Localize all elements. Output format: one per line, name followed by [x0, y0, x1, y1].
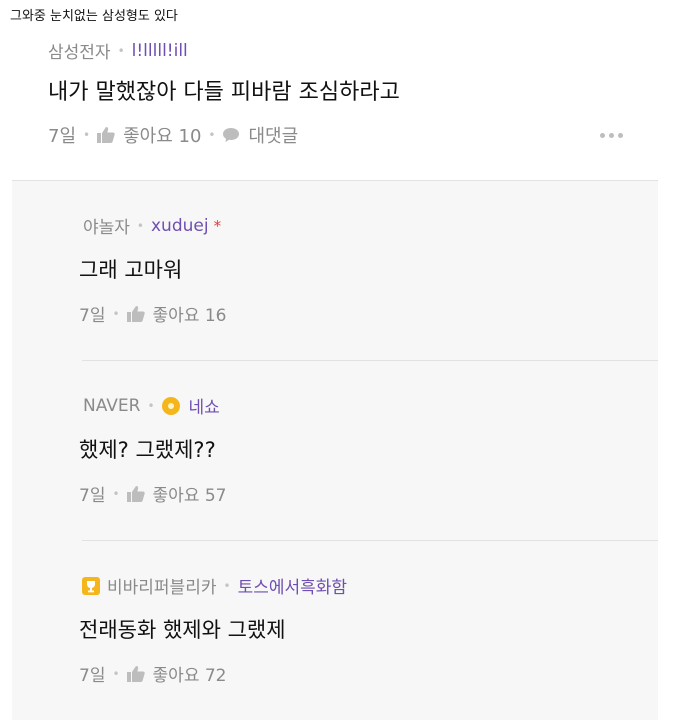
- reply-time: 7일: [79, 486, 106, 506]
- separator-dot: •: [112, 306, 120, 321]
- thumbs-up-icon: [97, 127, 115, 143]
- separator-dot: •: [136, 218, 144, 233]
- reply-meta: 야놀자 • xuduej *: [83, 213, 222, 239]
- company-label[interactable]: 야놀자: [83, 213, 130, 238]
- reply-text: 전래동화 했제와 그랬제: [79, 618, 286, 642]
- separator-dot: •: [83, 128, 91, 142]
- comment-footer: 7일 • 좋아요 10 • 대댓글: [48, 122, 298, 148]
- reply-text: 했제? 그랬제??: [79, 438, 216, 462]
- company-label[interactable]: 삼성전자: [48, 38, 111, 63]
- reply-text: 그래 고마워: [79, 258, 183, 282]
- reply-meta: 비바리퍼블리카 • 토스에서흑화함: [81, 573, 347, 598]
- comment-time: 7일: [48, 126, 77, 147]
- flower-icon: [161, 396, 180, 415]
- reply-time: 7일: [79, 666, 106, 686]
- like-count: 좋아요 57: [152, 486, 227, 506]
- reply-time: 7일: [79, 306, 106, 326]
- more-options-icon[interactable]: [600, 133, 623, 138]
- thumbs-up-icon: [126, 305, 145, 322]
- separator-dot: •: [147, 398, 155, 413]
- company-label[interactable]: NAVER: [83, 396, 140, 416]
- nickname[interactable]: xuduej: [151, 216, 209, 236]
- like-button[interactable]: 좋아요 10: [97, 122, 201, 148]
- author-star-icon: *: [213, 216, 222, 235]
- separator-dot: •: [208, 128, 216, 142]
- reply-item: 야놀자 • xuduej * 그래 고마워 7일 • 좋아요 16: [12, 181, 658, 361]
- reply-item: 비바리퍼블리카 • 토스에서흑화함 전래동화 했제와 그랬제 7일 • 좋아요 …: [12, 541, 658, 721]
- post-caption: 그와중 눈치없는 삼성형도 있다: [10, 9, 178, 24]
- nickname[interactable]: 네쇼: [189, 393, 220, 418]
- reply-meta: NAVER • 네쇼: [83, 393, 220, 419]
- like-button[interactable]: 좋아요 57: [126, 481, 227, 506]
- comment-meta: 삼성전자 • l!lllll!ill: [48, 38, 188, 64]
- separator-dot: •: [117, 43, 125, 58]
- trophy-icon: [82, 576, 100, 595]
- separator-dot: •: [112, 486, 120, 501]
- reply-button[interactable]: 대댓글: [222, 122, 298, 148]
- like-count: 좋아요 16: [152, 306, 227, 326]
- like-count: 좋아요 72: [152, 666, 227, 686]
- reply-footer: 7일 • 좋아요 16: [79, 301, 227, 326]
- nickname[interactable]: l!lllll!ill: [132, 41, 188, 61]
- speech-bubble-icon: [223, 128, 240, 142]
- comment: 삼성전자 • l!lllll!ill 내가 말했잖아 다들 피바람 조심하라고 …: [12, 30, 658, 180]
- reply-list: 야놀자 • xuduej * 그래 고마워 7일 • 좋아요 16 NAVER …: [12, 180, 658, 720]
- reply-footer: 7일 • 좋아요 57: [79, 481, 227, 506]
- reply-label: 대댓글: [248, 126, 299, 147]
- nickname[interactable]: 토스에서흑화함: [238, 573, 347, 598]
- company-label[interactable]: 비바리퍼블리카: [107, 573, 216, 598]
- thumbs-up-icon: [126, 665, 145, 682]
- separator-dot: •: [112, 666, 120, 681]
- thumbs-up-icon: [126, 485, 145, 502]
- like-button[interactable]: 좋아요 16: [126, 301, 227, 326]
- separator-dot: •: [223, 578, 231, 593]
- reply-footer: 7일 • 좋아요 72: [79, 661, 227, 686]
- comment-text: 내가 말했잖아 다들 피바람 조심하라고: [48, 80, 400, 105]
- reply-item: NAVER • 네쇼 했제? 그랬제?? 7일 • 좋아요 57: [12, 361, 658, 541]
- like-count: 좋아요 10: [123, 126, 202, 147]
- like-button[interactable]: 좋아요 72: [126, 661, 227, 686]
